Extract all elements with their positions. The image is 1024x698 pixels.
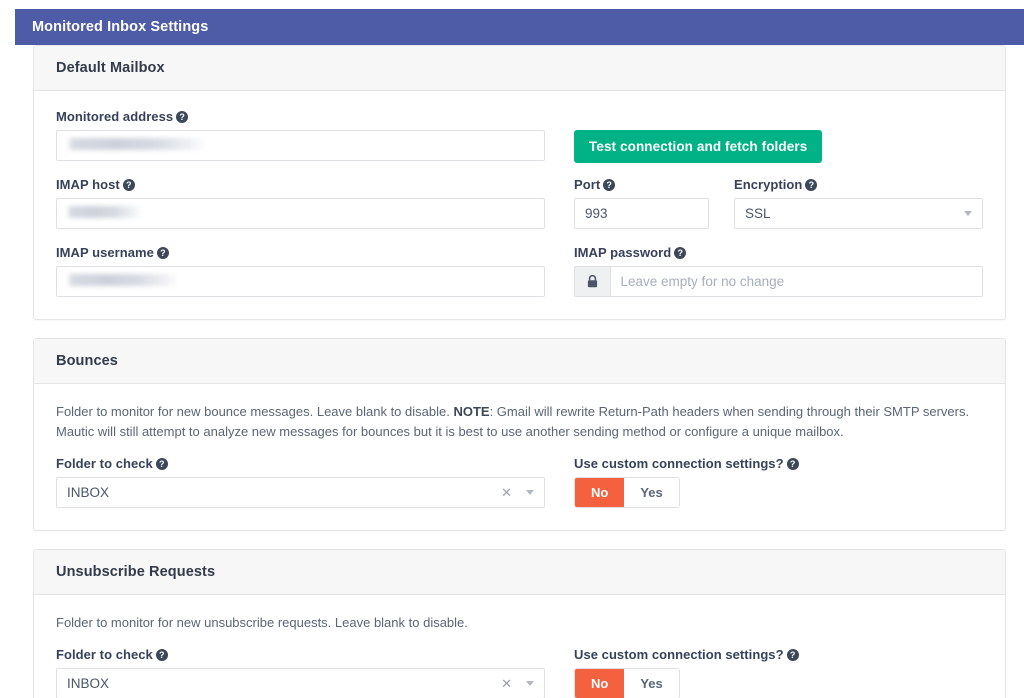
select-unsubscribe-folder-value: INBOX	[67, 676, 501, 691]
help-icon-encryption[interactable]: ?	[805, 179, 817, 191]
panel-body-default-mailbox: Monitored address? Test connection and f…	[34, 91, 1005, 319]
row-unsubscribe-folder: Folder to check? INBOX ✕ Us	[56, 647, 983, 698]
row-imap-credentials: IMAP username? IMAP password?	[56, 245, 983, 297]
row-monitored-address: Monitored address? Test connection and f…	[56, 109, 983, 177]
help-icon-bounces-custom-connection[interactable]: ?	[787, 458, 799, 470]
toggle-unsubscribe-custom-connection: No Yes	[574, 668, 680, 698]
input-imap-host[interactable]	[56, 198, 545, 229]
chevron-down-icon-encryption	[964, 211, 972, 216]
panel-title-bounces: Bounces	[56, 353, 118, 369]
label-monitored-address-text: Monitored address	[56, 109, 173, 124]
panel-body-unsubscribe-requests: Folder to monitor for new unsubscribe re…	[34, 595, 1005, 698]
unsubscribe-note: Folder to monitor for new unsubscribe re…	[56, 613, 983, 633]
page-header: Monitored Inbox Settings	[15, 9, 1024, 45]
toggle-bounces-yes[interactable]: Yes	[624, 478, 678, 507]
field-imap-host: IMAP host?	[56, 177, 545, 229]
test-connection-button[interactable]: Test connection and fetch folders	[574, 130, 822, 163]
toggle-bounces-custom-connection: No Yes	[574, 477, 680, 508]
field-imap-password: IMAP password?	[574, 245, 983, 297]
row-imap-host: IMAP host? Port?	[56, 177, 983, 245]
label-bounces-custom-connection-text: Use custom connection settings?	[574, 456, 784, 471]
help-icon-imap-host[interactable]: ?	[123, 179, 135, 191]
panel-heading-default-mailbox: Default Mailbox	[34, 46, 1005, 91]
redacted-value-monitored-address	[67, 138, 207, 150]
help-icon-bounces-folder[interactable]: ?	[156, 458, 168, 470]
bounces-note-part1: Folder to monitor for new bounce message…	[56, 404, 453, 419]
label-imap-username-text: IMAP username	[56, 245, 154, 260]
field-bounces-custom-connection: Use custom connection settings?? No Yes	[574, 456, 983, 508]
field-port: Port?	[574, 177, 709, 229]
panel-title-unsubscribe-requests: Unsubscribe Requests	[56, 564, 215, 580]
bounces-note-bold: NOTE	[453, 404, 489, 419]
label-unsubscribe-custom-connection-text: Use custom connection settings?	[574, 647, 784, 662]
panel-unsubscribe-requests: Unsubscribe Requests Folder to monitor f…	[33, 549, 1006, 698]
page-title: Monitored Inbox Settings	[32, 19, 208, 35]
help-icon-port[interactable]: ?	[603, 179, 615, 191]
help-icon-imap-password[interactable]: ?	[674, 247, 686, 259]
chevron-down-icon-bounces-folder	[526, 490, 534, 495]
label-port-text: Port	[574, 177, 600, 192]
toggle-unsubscribe-yes[interactable]: Yes	[624, 669, 678, 698]
label-encryption-text: Encryption	[734, 177, 802, 192]
select-encryption[interactable]: SSL	[734, 198, 983, 229]
field-unsubscribe-custom-connection: Use custom connection settings?? No Yes	[574, 647, 983, 698]
toggle-unsubscribe-no[interactable]: No	[575, 669, 624, 698]
select-unsubscribe-folder[interactable]: INBOX ✕	[56, 668, 545, 698]
label-imap-password: IMAP password?	[574, 245, 983, 260]
row-bounces-folder: Folder to check? INBOX ✕ Us	[56, 456, 983, 508]
input-imap-password[interactable]	[610, 266, 983, 297]
label-imap-username: IMAP username?	[56, 245, 545, 260]
lock-icon	[574, 266, 610, 297]
label-unsubscribe-folder: Folder to check?	[56, 647, 545, 662]
panel-default-mailbox: Default Mailbox Monitored address?	[33, 45, 1006, 320]
help-icon-unsubscribe-folder[interactable]: ?	[156, 649, 168, 661]
button-align-spacer	[574, 109, 983, 130]
input-monitored-address[interactable]	[56, 130, 545, 161]
label-port: Port?	[574, 177, 709, 192]
input-imap-username[interactable]	[56, 266, 545, 297]
chevron-down-icon-unsubscribe-folder	[526, 681, 534, 686]
label-imap-host-text: IMAP host	[56, 177, 120, 192]
redacted-value-imap-host	[67, 206, 142, 218]
row-port-encryption: Port? Encryption?	[574, 177, 983, 245]
panel-body-bounces: Folder to monitor for new bounce message…	[34, 384, 1005, 530]
select-encryption-value: SSL	[745, 206, 956, 221]
monitored-inbox-settings-page: Monitored Inbox Settings Default Mailbox…	[0, 0, 1024, 698]
field-encryption: Encryption? SSL	[734, 177, 983, 229]
panel-heading-unsubscribe-requests: Unsubscribe Requests	[34, 550, 1005, 595]
select-bounces-folder-value: INBOX	[67, 485, 501, 500]
label-bounces-folder-text: Folder to check	[56, 456, 153, 471]
label-bounces-folder: Folder to check?	[56, 456, 545, 471]
label-imap-password-text: IMAP password	[574, 245, 671, 260]
help-icon-monitored-address[interactable]: ?	[176, 111, 188, 123]
help-icon-unsubscribe-custom-connection[interactable]: ?	[787, 649, 799, 661]
field-unsubscribe-folder: Folder to check? INBOX ✕	[56, 647, 545, 698]
clear-icon-bounces-folder[interactable]: ✕	[501, 486, 518, 499]
redacted-value-imap-username	[67, 274, 179, 286]
panel-title-default-mailbox: Default Mailbox	[56, 60, 165, 76]
clear-icon-unsubscribe-folder[interactable]: ✕	[501, 677, 518, 690]
help-icon-imap-username[interactable]: ?	[157, 247, 169, 259]
label-monitored-address: Monitored address?	[56, 109, 545, 124]
toggle-bounces-no[interactable]: No	[575, 478, 624, 507]
field-monitored-address: Monitored address?	[56, 109, 545, 161]
field-imap-username: IMAP username?	[56, 245, 545, 297]
panels-container: Default Mailbox Monitored address?	[15, 45, 1024, 698]
select-bounces-folder[interactable]: INBOX ✕	[56, 477, 545, 508]
input-port[interactable]	[574, 198, 709, 229]
panel-heading-bounces: Bounces	[34, 339, 1005, 384]
bounces-note: Folder to monitor for new bounce message…	[56, 402, 983, 442]
input-group-imap-password	[574, 266, 983, 297]
field-bounces-folder: Folder to check? INBOX ✕	[56, 456, 545, 508]
label-imap-host: IMAP host?	[56, 177, 545, 192]
panel-bounces: Bounces Folder to monitor for new bounce…	[33, 338, 1006, 531]
label-encryption: Encryption?	[734, 177, 983, 192]
label-unsubscribe-custom-connection: Use custom connection settings??	[574, 647, 983, 662]
label-unsubscribe-folder-text: Folder to check	[56, 647, 153, 662]
label-bounces-custom-connection: Use custom connection settings??	[574, 456, 983, 471]
